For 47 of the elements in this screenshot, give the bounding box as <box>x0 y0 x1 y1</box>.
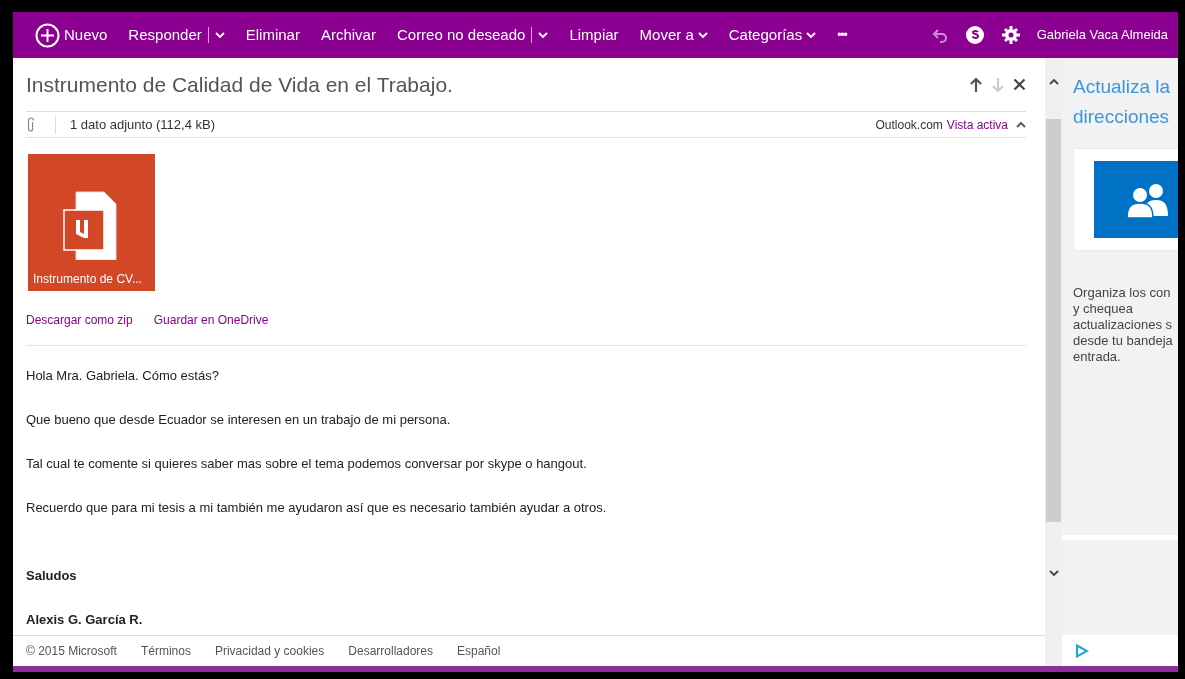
chevron-down-icon <box>1048 570 1059 577</box>
chevron-down-icon <box>697 31 708 39</box>
toolbar-button[interactable]: Correo no deseado <box>396 23 549 47</box>
toolbar-button[interactable]: Limpiar <box>569 23 619 47</box>
user-name[interactable]: Gabriela Vaca Almeida <box>1036 25 1168 45</box>
message-paragraph: Hola Mra. Gabriela. Cómo estás? <box>26 367 220 385</box>
message-paragraph: Tal cual te comente si quieres saber mas sobre el tema podemos conversar por skype o hangout. <box>26 455 588 473</box>
message-paragraph: Recuerdo que para mi tesis a mi también me ayudaron así que es necesario también ayudar a otros. <box>26 499 608 517</box>
toolbar-button[interactable]: Responder <box>128 23 225 47</box>
view-source-label: Outlook.com <box>875 116 943 134</box>
toolbar-button[interactable]: Mover a <box>639 23 708 47</box>
chevron-up-icon <box>1048 78 1059 85</box>
settings-icon[interactable] <box>1000 25 1021 45</box>
skype-icon[interactable] <box>964 25 985 45</box>
attachment-summary: 1 dato adjunto (112,4 kB) <box>70 115 217 134</box>
footer-link[interactable]: Desarrolladores <box>348 642 433 660</box>
message-paragraph: Saludos <box>26 567 78 585</box>
chevron-up-icon[interactable] <box>1016 121 1026 128</box>
scrollbar-thumb[interactable] <box>1046 119 1061 522</box>
message-subject: Instrumento de Calidad de Vida en el Trabajo. <box>26 71 454 98</box>
message-paragraph: Que bueno que desde Ecuador se interesen en un trabajo de mi persona. <box>26 411 452 429</box>
attachment-tile[interactable]: Instrumento de CV... <box>28 154 155 291</box>
chevron-down-icon <box>538 31 549 39</box>
attachment-action-link[interactable]: Guardar en OneDrive <box>153 311 269 329</box>
up-arrow-icon[interactable] <box>969 76 983 93</box>
attachment-action-link[interactable]: Descargar como zip <box>26 311 133 329</box>
chevron-down-icon <box>806 31 817 39</box>
close-icon[interactable] <box>1013 78 1026 91</box>
toolbar-button[interactable]: ••• <box>837 26 847 44</box>
scrollbar[interactable] <box>1045 58 1062 666</box>
chevron-down-icon <box>214 31 225 39</box>
view-link[interactable]: Vista activa <box>946 115 1008 134</box>
toolbar-button[interactable]: Categorías <box>728 23 817 47</box>
footer-link[interactable]: Términos <box>140 642 191 660</box>
panel-title: Actualiza la direcciones <box>1073 75 1172 129</box>
message-paragraph: Alexis G. García R. <box>26 611 144 629</box>
plus-circle-icon <box>35 22 60 48</box>
panel-description: Organiza los con y chequea actualizaciones s desde tu bandeja entrada. <box>1073 285 1174 365</box>
footer-link[interactable]: Privacidad y cookies <box>214 642 325 660</box>
copyright-text: © 2015 Microsoft <box>26 643 117 660</box>
toolbar-button[interactable]: Eliminar <box>245 23 300 47</box>
attachment-name: Instrumento de CV... <box>32 271 142 288</box>
toolbar-button[interactable]: Archivar <box>320 23 376 47</box>
paperclip-icon <box>26 116 35 133</box>
toolbar-button[interactable]: Nuevo <box>35 22 108 48</box>
footer-link[interactable]: Español <box>457 642 501 660</box>
play-icon[interactable] <box>1075 644 1089 658</box>
